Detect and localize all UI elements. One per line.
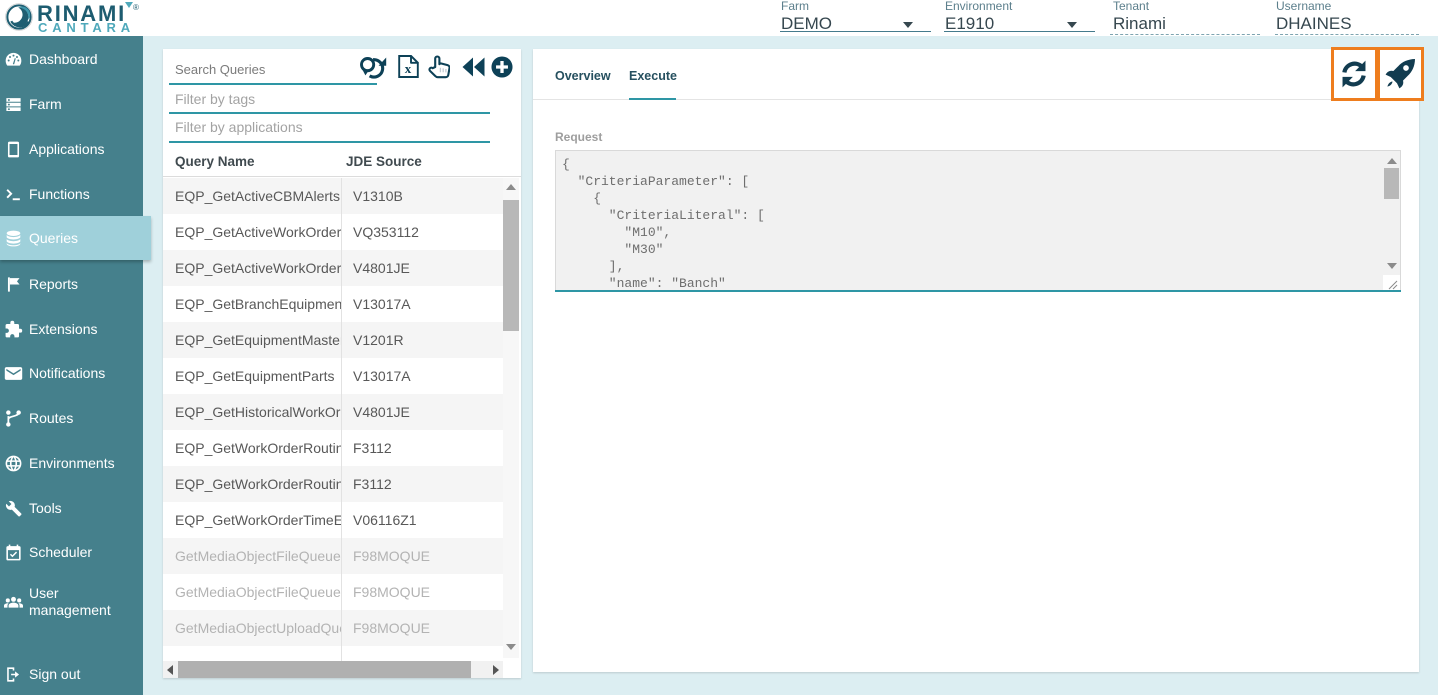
svg-text:x: x xyxy=(405,61,412,76)
